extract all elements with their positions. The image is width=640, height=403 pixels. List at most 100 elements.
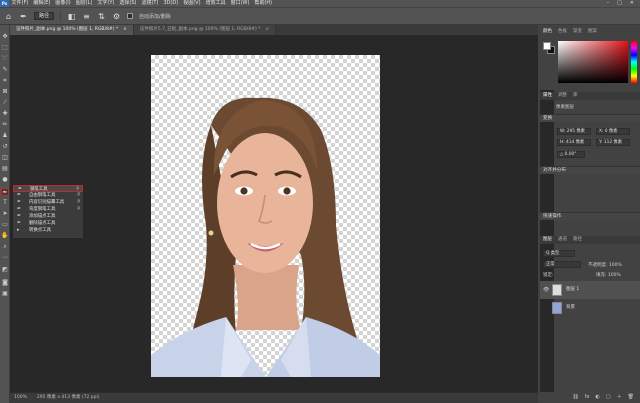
gradient-tool-icon[interactable]: ▤ (1, 165, 9, 173)
flyout-item-freeform-pen[interactable]: ✒ 自由钢笔工具 P (13, 192, 83, 199)
path-alignment-icon[interactable]: ≡ (82, 12, 91, 21)
crop-tool-icon[interactable]: ⌗ (1, 77, 9, 85)
healing-brush-tool-icon[interactable]: ✚ (1, 110, 9, 118)
layer-row[interactable]: 👁 图层 1 (540, 281, 640, 299)
more-tools-icon[interactable]: ⋯ (1, 254, 9, 262)
menu-file[interactable]: 文件(F) (9, 0, 31, 7)
lasso-tool-icon[interactable]: ➰ (1, 55, 9, 63)
foreground-color-swatch-panel[interactable] (543, 42, 551, 50)
blur-tool-icon[interactable]: ● (1, 176, 9, 184)
tab-patterns[interactable]: 图案 (588, 28, 597, 36)
hand-tool-icon[interactable]: ✋ (1, 232, 9, 240)
minimize-button[interactable]: – (607, 0, 610, 7)
menu-plugins[interactable]: 增效工具 (203, 0, 228, 7)
auto-add-delete-checkbox[interactable] (127, 13, 134, 19)
flyout-item-convert-point[interactable]: ▸ 转换点工具 (13, 227, 83, 234)
layer-kind-filter[interactable]: Q 类型 (543, 250, 575, 257)
opacity-control[interactable]: 不透明度: 100% (588, 262, 622, 268)
add-mask-icon[interactable]: ◐ (596, 392, 600, 403)
menu-type[interactable]: 文字(Y) (95, 0, 117, 7)
flyout-item-delete-anchor[interactable]: ✒ 删除锚点工具 (13, 220, 83, 227)
y-field[interactable]: Y: 112 像素 (596, 139, 630, 146)
flyout-item-content-aware-tracing[interactable]: ✒ 内容识别描摹工具 P (13, 199, 83, 206)
menu-3d[interactable]: 3D(D) (161, 0, 181, 7)
pen-tool-preset-icon[interactable]: ✒ (19, 12, 28, 21)
tab-paths[interactable]: 路径 (573, 236, 582, 244)
menu-layer[interactable]: 图层(L) (73, 0, 95, 7)
fill-control[interactable]: 填充: 100% (596, 272, 621, 278)
tab-color[interactable]: 颜色 (543, 28, 552, 36)
document-tab-2[interactable]: 证件照片5.7_已抠_副本.png @ 100% (图层 1, RGB/8#) … (133, 25, 277, 35)
new-layer-icon[interactable]: ＋ (617, 392, 622, 403)
flyout-item-curvature-pen[interactable]: ✒ 弯度钢笔工具 P (13, 206, 83, 213)
move-tool-icon[interactable]: ✥ (1, 33, 9, 41)
window-controls: – □ ✕ (607, 0, 640, 7)
width-field[interactable]: W: 295 像素 (557, 128, 591, 135)
tab-title: 证件照片5.7_已抠_副本.png @ 100% (图层 1, RGB/8#) … (139, 27, 261, 32)
rectangle-tool-icon[interactable]: ▭ (1, 221, 9, 229)
history-brush-tool-icon[interactable]: ↺ (1, 143, 9, 151)
tab-channels[interactable]: 通道 (558, 236, 567, 244)
menu-image[interactable]: 图像(I) (53, 0, 73, 7)
close-window-button[interactable]: ✕ (630, 0, 634, 7)
flyout-item-add-anchor[interactable]: ✒ 添加锚点工具 (13, 213, 83, 220)
brush-tool-icon[interactable]: ✏ (1, 121, 9, 129)
quick-select-tool-icon[interactable]: ✎ (1, 66, 9, 74)
gear-icon[interactable]: ⚙ (112, 12, 121, 21)
tab-properties[interactable]: 属性 (543, 92, 552, 100)
auto-add-delete-label: 自动添加/删除 (139, 13, 171, 20)
fx-icon[interactable]: fx (585, 392, 590, 403)
tab-layers[interactable]: 图层 (543, 236, 552, 244)
path-arrangement-icon[interactable]: ⇅ (97, 12, 106, 21)
path-operations-icon[interactable]: ◧ (67, 12, 76, 21)
zoom-level[interactable]: 100% (14, 393, 27, 403)
frame-tool-icon[interactable]: ⊠ (1, 88, 9, 96)
trash-icon[interactable]: 🗑 (628, 392, 634, 403)
eraser-tool-icon[interactable]: ◫ (1, 154, 9, 162)
document-tab-1[interactable]: 证件照片_副本.png @ 100% (图层 1, RGB/8#) * × (10, 25, 134, 35)
menu-filter[interactable]: 滤镜(T) (139, 0, 161, 7)
path-selection-tool-icon[interactable]: ➤ (1, 210, 9, 218)
new-group-icon[interactable]: ▢ (606, 392, 611, 403)
flyout-item-label: 转换点工具 (29, 228, 51, 233)
layer-row[interactable]: 背景 (540, 299, 640, 317)
clone-stamp-tool-icon[interactable]: ♟ (1, 132, 9, 140)
color-picker-field[interactable] (558, 41, 628, 83)
menu-window[interactable]: 窗口(W) (228, 0, 252, 7)
menu-select[interactable]: 选择(S) (117, 0, 139, 7)
zoom-tool-icon[interactable]: ⌕ (1, 243, 9, 251)
pen-tool-flyout-menu: ✒ 钢笔工具 P ✒ 自由钢笔工具 P ✒ 内容识别描摹工具 P ✒ 弯度钢笔工… (12, 184, 84, 239)
height-field[interactable]: H: 414 像素 (557, 139, 591, 146)
menu-edit[interactable]: 编辑(E) (31, 0, 53, 7)
close-tab-icon[interactable]: × (123, 25, 127, 35)
pen-tool-icon[interactable]: ✒ (1, 188, 9, 196)
align-section-title[interactable]: 对齐并分布 (540, 166, 640, 174)
transform-section-title[interactable]: 变换 (540, 114, 640, 122)
hue-slider[interactable] (631, 41, 637, 83)
eye-icon[interactable]: 👁 (543, 281, 549, 299)
tab-gradients[interactable]: 渐变 (573, 28, 582, 36)
tab-swatches[interactable]: 色板 (558, 28, 567, 36)
close-tab-icon[interactable]: × (265, 25, 269, 35)
home-icon[interactable]: ⌂ (4, 12, 13, 21)
marquee-tool-icon[interactable]: ⬚ (1, 44, 9, 52)
link-layers-icon[interactable]: ⛓ (572, 392, 578, 403)
menu-help[interactable]: 帮助(H) (252, 0, 275, 7)
maximize-button[interactable]: □ (617, 0, 622, 7)
screen-mode-icon[interactable]: ▣ (1, 290, 9, 298)
document-canvas[interactable] (151, 55, 380, 377)
type-tool-icon[interactable]: T (1, 199, 9, 207)
foreground-color-swatch[interactable]: ◩ (1, 266, 9, 274)
shape-mode-select[interactable]: 路径 (34, 12, 55, 20)
angle-field[interactable]: △ 0.00° (557, 151, 585, 158)
eyedropper-tool-icon[interactable]: ⁄ (1, 99, 9, 107)
color-panel-tabs: 颜色 色板 渐变 图案 (540, 28, 640, 36)
blend-mode-select[interactable]: 正常 (543, 261, 581, 268)
x-field[interactable]: X: 0 像素 (596, 128, 630, 135)
tab-libraries[interactable]: 库 (573, 92, 578, 100)
menu-view[interactable]: 视图(V) (181, 0, 203, 7)
flyout-item-pen[interactable]: ✒ 钢笔工具 P (13, 185, 83, 192)
quick-actions-section-title[interactable]: 快速操作 (540, 212, 640, 220)
tab-adjustments[interactable]: 调整 (558, 92, 567, 100)
quick-mask-icon[interactable]: ◙ (1, 279, 9, 287)
